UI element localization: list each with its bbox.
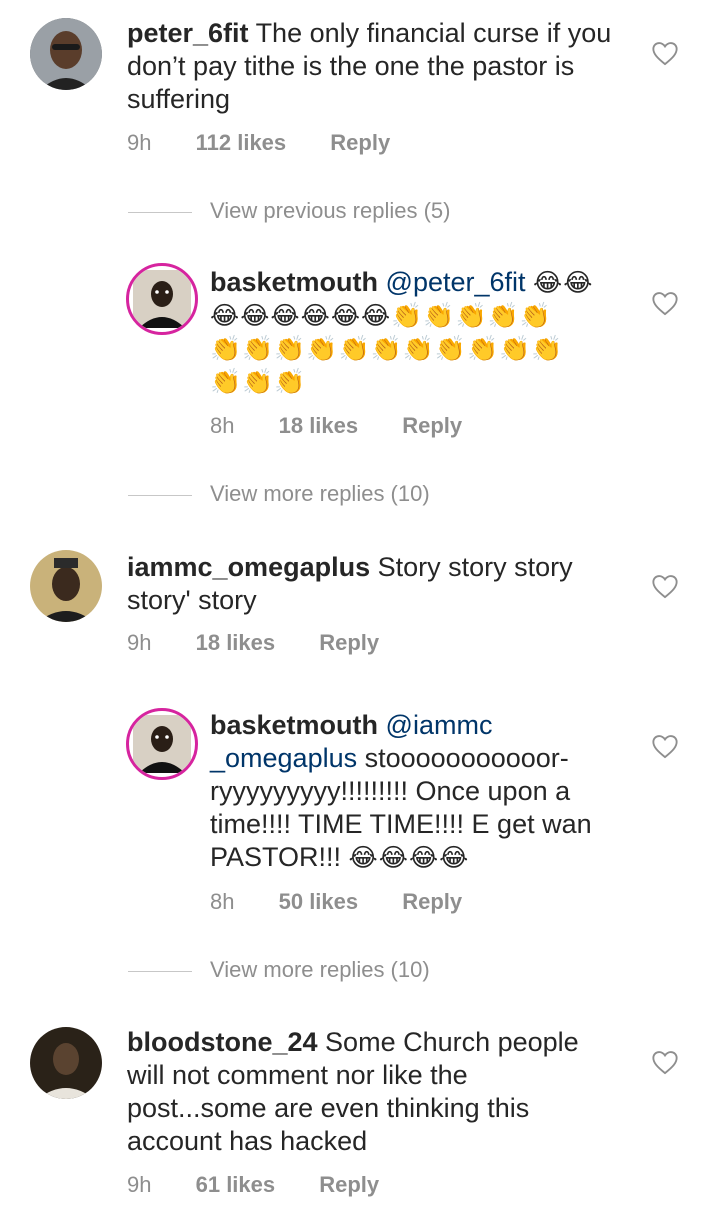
comment-likes[interactable]: 61 likes [196,1172,276,1197]
emoji-laughing: 😂😂😂😂 [348,844,470,872]
view-more-replies[interactable]: View more replies (10) [128,481,648,511]
person-photo-icon [30,550,102,622]
reply-line-2: _omegaplus stooooooooooor- [210,742,630,775]
comment-meta: 9h 112 likes Reply [127,130,428,156]
reply-button[interactable]: Reply [402,889,462,914]
reply-body: basketmouth @iammc _omegaplus stoooooooo… [210,709,630,875]
view-more-replies[interactable]: View more replies (10) [128,957,648,987]
comment-likes[interactable]: 112 likes [196,130,287,155]
heart-outline-icon[interactable] [651,40,679,66]
reply-time: 8h [210,889,235,914]
reply-likes[interactable]: 50 likes [279,889,359,914]
mention-link[interactable]: @iammc [386,710,493,740]
reply-line-1: basketmouth @iammc [210,709,630,742]
comment-username[interactable]: peter_6fit [127,18,249,48]
avatar-basketmouth[interactable] [126,263,198,335]
comment-body: bloodstone_24 Some Church people will no… [127,1026,607,1158]
emoji-line-3: 👏👏👏👏👏👏👏👏👏👏👏 [210,335,564,363]
reply-text-2: ryyyyyyyyy!!!!!!!!! Once upon a [210,776,571,806]
view-more-replies-label[interactable]: View more replies (10) [210,957,430,983]
reply-button[interactable]: Reply [402,413,462,438]
view-previous-replies-label[interactable]: View previous replies (5) [210,198,450,224]
divider-line [128,495,192,496]
reply-likes[interactable]: 18 likes [279,413,359,438]
reply-line-5: PASTOR!!! 😂😂😂😂 [210,841,630,875]
reply-username[interactable]: basketmouth [210,267,378,297]
emoji-line-4: 👏👏👏 [210,368,307,396]
comment-time: 9h [127,630,152,655]
reply-text-1: stooooooooooor- [357,743,569,773]
heart-outline-icon[interactable] [651,573,679,599]
mention-link-continued[interactable]: _omegaplus [210,743,357,773]
reply-text-3: time!!!! TIME TIME!!!! E get wan [210,809,592,839]
person-photo-icon [133,270,191,328]
emoji-line-1: 😂😂 [533,269,594,297]
avatar-peter-6fit[interactable] [30,18,102,90]
view-more-replies-label[interactable]: View more replies (10) [210,481,430,507]
avatar-image [30,550,102,622]
divider-line [128,971,192,972]
emoji-line-2: 😂😂😂😂😂😂👏👏👏👏👏 [210,302,552,330]
comment-time: 9h [127,130,152,155]
reply-time: 8h [210,413,235,438]
divider-line [128,212,192,213]
avatar-bloodstone-24[interactable] [30,1027,102,1099]
avatar-image [133,270,191,328]
comment-body: iammc_omegaplus Story story story story'… [127,551,632,617]
mention-link[interactable]: @peter_6fit [386,267,526,297]
person-photo-icon [133,715,191,773]
reply-body: basketmouth @peter_6fit 😂😂 😂😂😂😂😂😂👏👏👏👏👏 👏… [210,266,630,399]
comment-meta: 9h 61 likes Reply [127,1172,417,1198]
comment-body: peter_6fit The only financial curse if y… [127,17,632,116]
reply-line-1: basketmouth @peter_6fit 😂😂 [210,266,630,300]
reply-username[interactable]: basketmouth [210,710,378,740]
reply-meta: 8h 18 likes Reply [210,413,500,439]
avatar-image [30,1027,102,1099]
comment-time: 9h [127,1172,152,1197]
person-photo-icon [30,1027,102,1099]
heart-outline-icon[interactable] [651,733,679,759]
avatar-iammc-omegaplus[interactable] [30,550,102,622]
reply-text-4: PASTOR!!! [210,842,349,872]
heart-outline-icon[interactable] [651,290,679,316]
heart-outline-icon[interactable] [651,1049,679,1075]
comment-meta: 9h 18 likes Reply [127,630,417,656]
reply-button[interactable]: Reply [330,130,390,155]
avatar-basketmouth[interactable] [126,708,198,780]
avatar-image [30,18,102,90]
avatar-image [133,715,191,773]
person-photo-icon [30,18,102,90]
comment-username[interactable]: bloodstone_24 [127,1027,318,1057]
comment-likes[interactable]: 18 likes [196,630,276,655]
reply-button[interactable]: Reply [319,1172,379,1197]
reply-button[interactable]: Reply [319,630,379,655]
reply-meta: 8h 50 likes Reply [210,889,500,915]
view-previous-replies[interactable]: View previous replies (5) [128,198,648,228]
comment-username[interactable]: iammc_omegaplus [127,552,370,582]
